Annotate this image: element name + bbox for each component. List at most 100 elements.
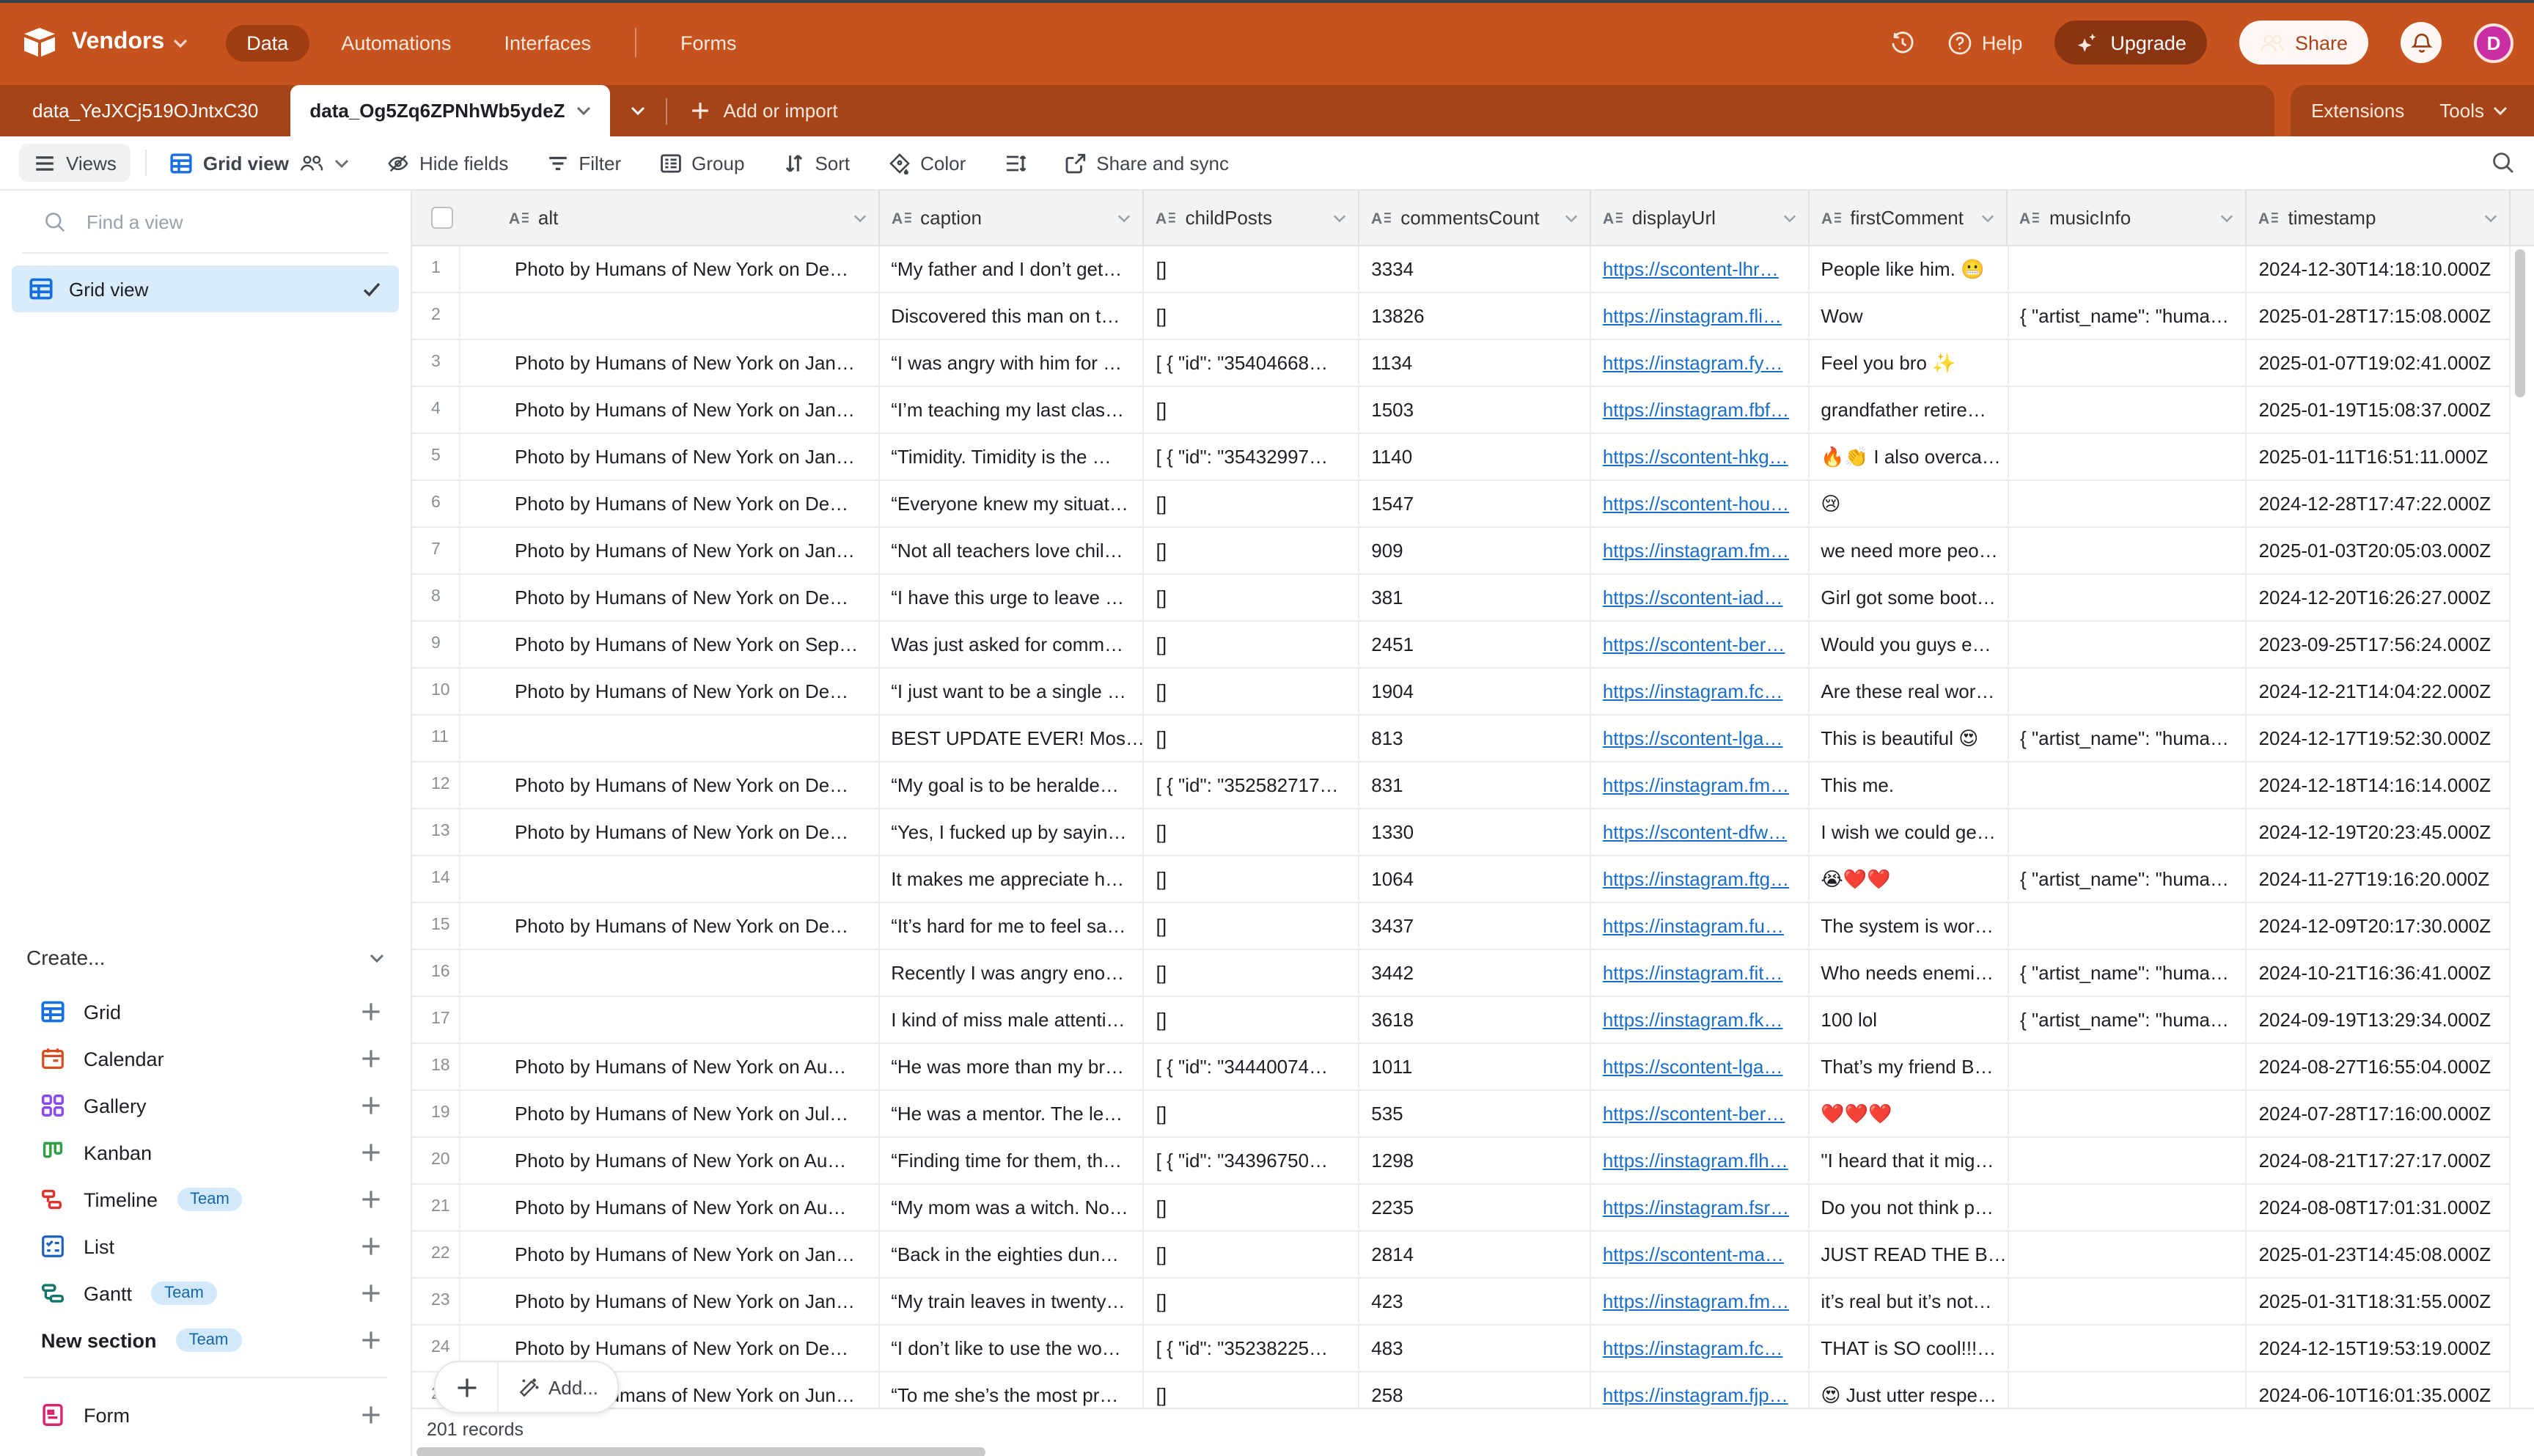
display-url-link[interactable]: https://scontent-lga… bbox=[1603, 727, 1783, 749]
column-header-alt[interactable]: A alt bbox=[460, 191, 879, 245]
cell-childposts[interactable]: [] bbox=[1145, 1185, 1360, 1232]
row-number[interactable]: 4 bbox=[412, 387, 460, 434]
cell-musicinfo[interactable]: { "artist_name": "huma… bbox=[2008, 293, 2247, 340]
row-height-icon[interactable] bbox=[1004, 152, 1026, 174]
cell-timestamp[interactable]: 2024-12-30T14:18:10.000Z bbox=[2247, 246, 2511, 293]
cell-childposts[interactable]: [ { "id": "34440074… bbox=[1145, 1044, 1360, 1091]
tools-button[interactable]: Tools bbox=[2439, 100, 2508, 122]
column-header-timestamp[interactable]: A timestamp bbox=[2247, 191, 2511, 245]
cell-caption[interactable]: “Yes, I fucked up by sayin… bbox=[879, 809, 1144, 856]
cell-displayurl[interactable]: https://instagram.flh… bbox=[1591, 1138, 1810, 1185]
cell-musicinfo[interactable] bbox=[2008, 340, 2247, 387]
cell-commentscount[interactable]: 483 bbox=[1359, 1326, 1591, 1372]
cell-timestamp[interactable]: 2025-01-03T20:05:03.000Z bbox=[2247, 528, 2511, 575]
cell-displayurl[interactable]: https://scontent-ma… bbox=[1591, 1232, 1810, 1279]
cell-alt[interactable]: Photo by Humans of New York on De… bbox=[460, 246, 879, 293]
grid-view-selector[interactable]: Grid view bbox=[171, 152, 349, 174]
cell-alt[interactable]: Photo by Humans of New York on Jul… bbox=[460, 1091, 879, 1138]
cell-timestamp[interactable]: 2024-12-09T20:17:30.000Z bbox=[2247, 903, 2511, 950]
row-number[interactable]: 23 bbox=[412, 1279, 460, 1326]
cell-firstcomment[interactable]: Feel you bro ✨ bbox=[1809, 340, 2008, 387]
cell-alt[interactable]: Photo by Humans of New York on De… bbox=[460, 903, 879, 950]
cell-firstcomment[interactable]: "I heard that it mig… bbox=[1809, 1138, 2008, 1185]
cell-commentscount[interactable]: 1134 bbox=[1359, 340, 1591, 387]
cell-commentscount[interactable]: 831 bbox=[1359, 762, 1591, 809]
row-number[interactable]: 12 bbox=[412, 762, 460, 809]
cell-displayurl[interactable]: https://instagram.fm… bbox=[1591, 762, 1810, 809]
row-number[interactable]: 6 bbox=[412, 481, 460, 528]
cell-timestamp[interactable]: 2024-12-15T19:53:19.000Z bbox=[2247, 1326, 2511, 1372]
plus-icon[interactable] bbox=[361, 1405, 381, 1425]
cell-childposts[interactable]: [ { "id": "35432997… bbox=[1145, 434, 1360, 481]
cell-displayurl[interactable]: https://scontent-iad… bbox=[1591, 575, 1810, 622]
cell-timestamp[interactable]: 2023-09-25T17:56:24.000Z bbox=[2247, 622, 2511, 669]
cell-firstcomment[interactable]: People like him. 😬 bbox=[1809, 246, 2008, 293]
column-header-firstcomment[interactable]: A firstComment bbox=[1809, 191, 2008, 245]
sidebar-view-grid-view[interactable]: Grid view bbox=[12, 265, 399, 312]
horizontal-scrollbar[interactable] bbox=[416, 1447, 985, 1456]
create-item-timeline[interactable]: Timeline Team bbox=[12, 1176, 399, 1223]
display-url-link[interactable]: https://instagram.fbf… bbox=[1603, 399, 1789, 421]
nav-tab-interfaces[interactable]: Interfaces bbox=[483, 24, 612, 61]
cell-childposts[interactable]: [ { "id": "35238225… bbox=[1145, 1326, 1360, 1372]
cell-musicinfo[interactable] bbox=[2008, 1326, 2247, 1372]
display-url-link[interactable]: https://scontent-ber… bbox=[1603, 1103, 1785, 1125]
cell-commentscount[interactable]: 1904 bbox=[1359, 669, 1591, 716]
cell-firstcomment[interactable]: This is beautiful 😍 bbox=[1809, 716, 2008, 762]
cell-childposts[interactable]: [] bbox=[1145, 1372, 1360, 1408]
cell-commentscount[interactable]: 2451 bbox=[1359, 622, 1591, 669]
chevron-down-icon[interactable] bbox=[1333, 213, 1346, 222]
cell-displayurl[interactable]: https://scontent-hkg… bbox=[1591, 434, 1810, 481]
plus-icon[interactable] bbox=[361, 1048, 381, 1069]
cell-caption[interactable]: “It’s hard for me to feel sa… bbox=[879, 903, 1144, 950]
create-item-gallery[interactable]: Gallery bbox=[12, 1082, 399, 1129]
cell-displayurl[interactable]: https://instagram.fit… bbox=[1591, 950, 1810, 997]
cell-timestamp[interactable]: 2025-01-19T15:08:37.000Z bbox=[2247, 387, 2511, 434]
cell-alt[interactable] bbox=[460, 997, 879, 1044]
cell-displayurl[interactable]: https://scontent-lga… bbox=[1591, 1044, 1810, 1091]
create-item-gantt[interactable]: Gantt Team bbox=[12, 1270, 399, 1317]
cell-timestamp[interactable]: 2025-01-31T18:31:55.000Z bbox=[2247, 1279, 2511, 1326]
add-or-import-button[interactable]: Add or import bbox=[668, 85, 862, 136]
chevron-down-icon[interactable] bbox=[577, 106, 592, 116]
user-avatar[interactable]: D bbox=[2474, 23, 2513, 62]
share-button[interactable]: Share bbox=[2239, 21, 2368, 65]
cell-alt[interactable]: Photo by Humans of New York on De… bbox=[460, 575, 879, 622]
cell-alt[interactable]: Photo by Humans of New York on Jan… bbox=[460, 528, 879, 575]
create-item-kanban[interactable]: Kanban bbox=[12, 1129, 399, 1176]
cell-caption[interactable]: “I just want to be a single … bbox=[879, 669, 1144, 716]
cell-commentscount[interactable]: 3334 bbox=[1359, 246, 1591, 293]
row-number[interactable]: 2 bbox=[412, 293, 460, 340]
cell-childposts[interactable]: [] bbox=[1145, 856, 1360, 903]
cell-commentscount[interactable]: 258 bbox=[1359, 1372, 1591, 1408]
tab-list-chevron[interactable] bbox=[611, 85, 666, 136]
plus-icon[interactable] bbox=[361, 1189, 381, 1210]
row-number[interactable]: 16 bbox=[412, 950, 460, 997]
cell-timestamp[interactable]: 2025-01-28T17:15:08.000Z bbox=[2247, 293, 2511, 340]
display-url-link[interactable]: https://scontent-ber… bbox=[1603, 633, 1785, 655]
create-item-form[interactable]: Form bbox=[12, 1391, 399, 1438]
cell-childposts[interactable]: [] bbox=[1145, 293, 1360, 340]
cell-alt[interactable] bbox=[460, 950, 879, 997]
cell-timestamp[interactable]: 2025-01-11T16:51:11.000Z bbox=[2247, 434, 2511, 481]
create-item-grid[interactable]: Grid bbox=[12, 988, 399, 1035]
cell-musicinfo[interactable] bbox=[2008, 1279, 2247, 1326]
cell-displayurl[interactable]: https://instagram.fk… bbox=[1591, 997, 1810, 1044]
cell-commentscount[interactable]: 423 bbox=[1359, 1279, 1591, 1326]
column-header-caption[interactable]: A caption bbox=[879, 191, 1144, 245]
plus-icon[interactable] bbox=[361, 1001, 381, 1022]
cell-timestamp[interactable]: 2024-12-18T14:16:14.000Z bbox=[2247, 762, 2511, 809]
airtable-logo-icon[interactable] bbox=[21, 26, 59, 59]
filter-button[interactable]: Filter bbox=[546, 152, 621, 174]
cell-childposts[interactable]: [] bbox=[1145, 1232, 1360, 1279]
row-number[interactable]: 10 bbox=[412, 669, 460, 716]
row-number[interactable]: 22 bbox=[412, 1232, 460, 1279]
row-number[interactable]: 11 bbox=[412, 716, 460, 762]
row-number[interactable]: 3 bbox=[412, 340, 460, 387]
cell-firstcomment[interactable]: Would you guys e… bbox=[1809, 622, 2008, 669]
cell-musicinfo[interactable] bbox=[2008, 1232, 2247, 1279]
cell-firstcomment[interactable]: Girl got some boot… bbox=[1809, 575, 2008, 622]
cell-musicinfo[interactable] bbox=[2008, 434, 2247, 481]
tab-data-og5z[interactable]: data_Og5Zq6ZPNhWb5ydeZ bbox=[290, 85, 610, 136]
help-button[interactable]: Help bbox=[1948, 30, 2023, 55]
